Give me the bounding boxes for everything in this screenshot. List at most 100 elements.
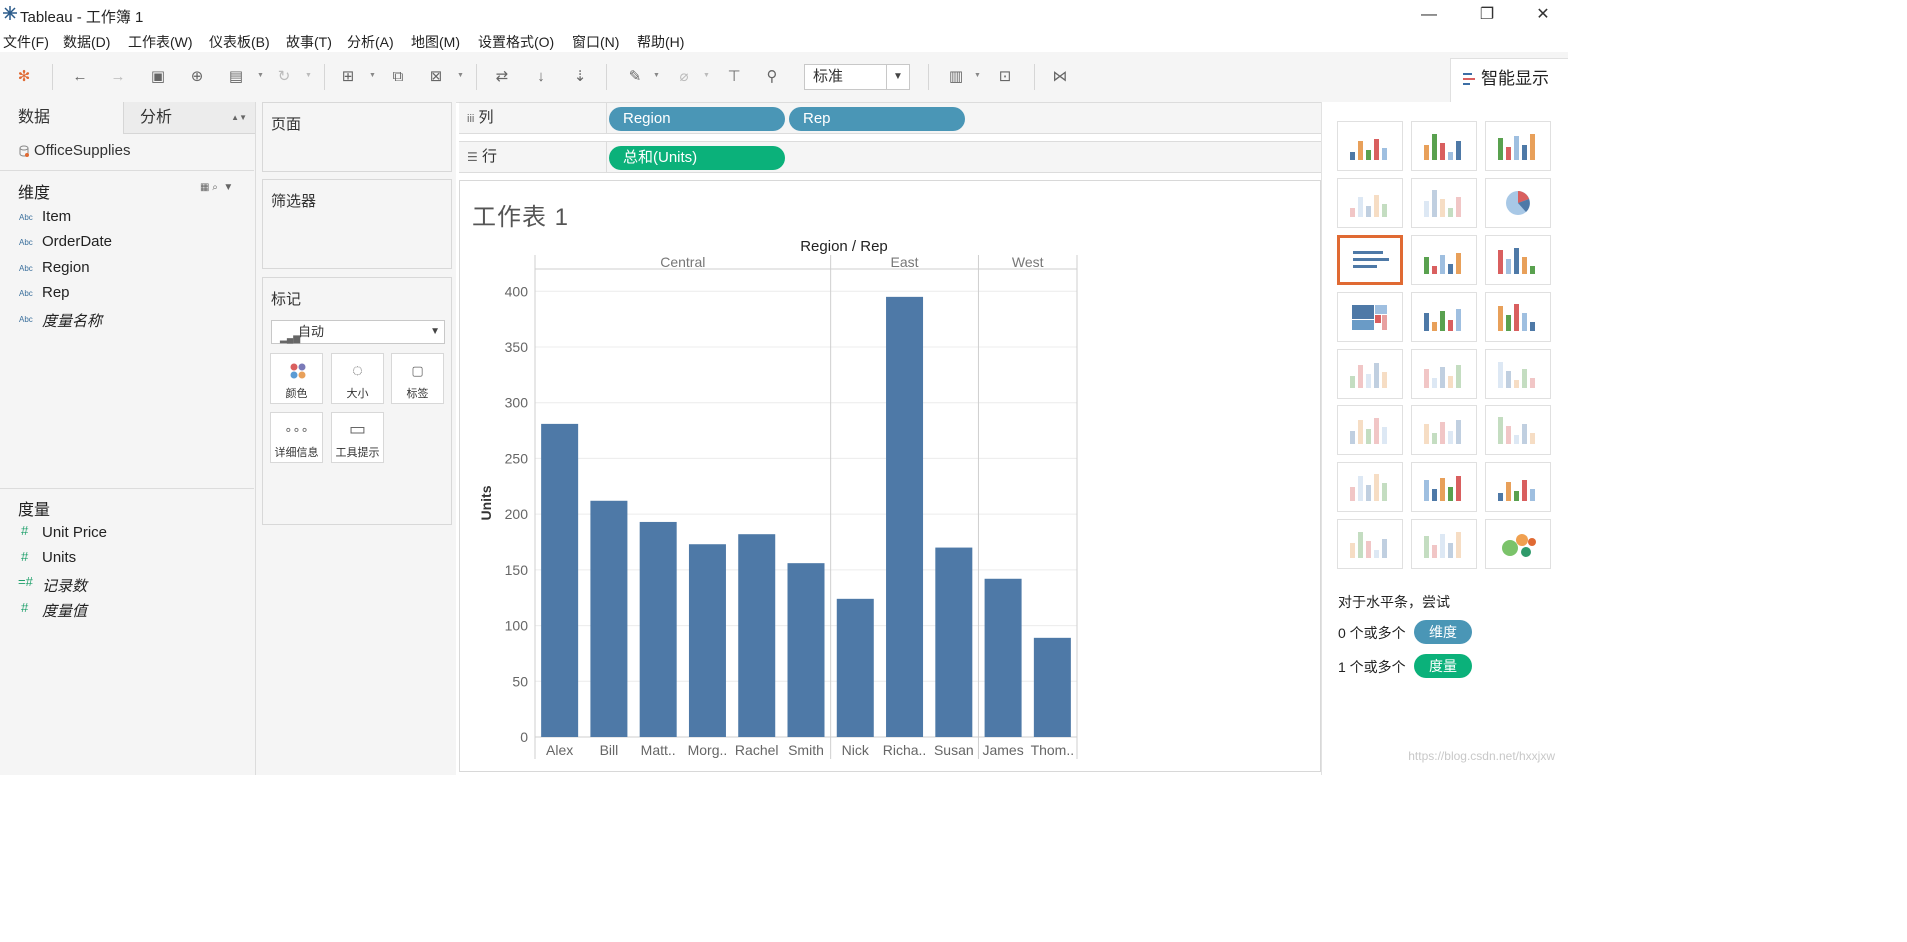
show-me-side-by-side-bars-icon[interactable] (1485, 235, 1551, 285)
show-me-dual-lines-icon[interactable] (1485, 349, 1551, 399)
pill-sum-units[interactable]: 总和(Units) (609, 146, 785, 170)
menu-map[interactable]: 地图(M) (411, 32, 460, 52)
show-me-packed-bubbles-icon[interactable] (1485, 519, 1551, 569)
rows-shelf[interactable]: ☰ 行 总和(Units) (459, 141, 1321, 173)
menu-window[interactable]: 窗口(N) (572, 32, 619, 52)
rep-label: Richa.. (883, 742, 927, 758)
show-me-horizontal-bars-icon[interactable] (1337, 235, 1403, 285)
maximize-button[interactable]: ❐ (1464, 2, 1510, 28)
dimension-tools[interactable]: ▦ ⌕ ▼ (200, 182, 233, 193)
show-me-bullet-graph-icon[interactable] (1411, 519, 1477, 569)
tableau-home-icon[interactable]: ✻ (14, 67, 34, 87)
chevron-down-icon[interactable]: ▲▼ (231, 102, 247, 134)
group-members-icon[interactable]: ⌀ (674, 67, 694, 87)
show-me-treemap-icon[interactable] (1337, 292, 1403, 342)
menu-story[interactable]: 故事(T) (286, 32, 332, 52)
show-me-heat-map-icon[interactable] (1411, 121, 1477, 171)
field-rep[interactable]: Rep (42, 284, 70, 301)
show-me-text-table-icon[interactable] (1337, 121, 1403, 171)
save-icon[interactable]: ▣ (148, 67, 168, 87)
menu-worksheet[interactable]: 工作表(W) (128, 32, 193, 52)
sort-descending-icon[interactable]: ⇣ (570, 67, 590, 87)
duplicate-sheet-icon[interactable]: ⧉ (388, 67, 408, 87)
size-button[interactable]: ◌ 大小 (331, 353, 384, 404)
show-me-tab[interactable]: 智能显示 (1450, 58, 1568, 102)
menu-dashboard[interactable]: 仪表板(B) (209, 32, 270, 52)
marks-type-select[interactable]: ▂▄▆ 自动 ▼ (271, 320, 445, 344)
fix-axes-icon[interactable]: ⚲ (762, 67, 782, 87)
show-mark-labels-icon[interactable]: ⊤ (724, 67, 744, 87)
clear-sheet-icon[interactable]: ⊠ (426, 67, 446, 87)
field-unit-price[interactable]: Unit Price (42, 524, 107, 541)
rep-label: Rachel (735, 742, 779, 758)
redo-icon[interactable]: → (108, 67, 128, 87)
bar-chart[interactable]: Region / Rep 0 50 100 150 200 250 300 350 400 Unit… (460, 181, 1320, 771)
columns-shelf[interactable]: iii 列 Region Rep (459, 102, 1321, 134)
new-worksheet-icon[interactable]: ⊞ (338, 67, 358, 87)
label-button[interactable]: ▢ 标签 (391, 353, 444, 404)
color-button[interactable]: 颜色 (270, 353, 323, 404)
close-button[interactable]: ✕ (1520, 2, 1566, 28)
pill-region[interactable]: Region (609, 107, 785, 131)
show-me-stacked-bars-icon[interactable] (1411, 235, 1477, 285)
sort-ascending-icon[interactable]: ↓ (531, 67, 551, 87)
show-me-symbol-map-icon[interactable] (1337, 178, 1403, 228)
chevron-down-icon[interactable]: ▼ (886, 65, 909, 89)
show-me-area-continuous-icon[interactable] (1337, 405, 1403, 455)
menu-format[interactable]: 设置格式(O) (478, 32, 554, 52)
clear-sheet-dropdown-icon[interactable]: ▼ (457, 72, 464, 79)
detail-label: 详细信息 (274, 447, 319, 459)
presentation-mode-icon[interactable]: ⊡ (995, 67, 1015, 87)
show-me-continuous-lines-icon[interactable] (1337, 349, 1403, 399)
show-me-side-by-side-circles-icon[interactable] (1485, 292, 1551, 342)
new-worksheet-dropdown-icon[interactable]: ▼ (369, 72, 376, 79)
datasource-item[interactable]: OfficeSupplies (19, 142, 130, 159)
swap-rows-columns-icon[interactable]: ⇄ (492, 67, 512, 87)
chevron-down-icon[interactable]: ▼ (430, 321, 440, 343)
tab-analysis[interactable]: 分析 ▲▼ (123, 102, 255, 134)
pause-updates-dropdown-icon[interactable]: ▼ (257, 72, 264, 79)
show-me-area-discrete-icon[interactable] (1411, 405, 1477, 455)
field-orderdate[interactable]: OrderDate (42, 233, 112, 250)
undo-icon[interactable]: ← (70, 67, 90, 87)
menu-data[interactable]: 数据(D) (63, 32, 110, 52)
menu-file[interactable]: 文件(F) (3, 32, 49, 52)
field-measure-names[interactable]: 度量名称 (42, 310, 102, 331)
show-me-scatter-plot-icon[interactable] (1337, 462, 1403, 512)
tab-data[interactable]: 数据 (0, 102, 123, 134)
filters-card[interactable]: 筛选器 (262, 179, 452, 269)
detail-button[interactable]: ∘∘∘ 详细信息 (270, 412, 323, 463)
menu-help[interactable]: 帮助(H) (637, 32, 684, 52)
pages-card[interactable]: 页面 (262, 102, 452, 172)
pause-updates-icon[interactable]: ▤ (226, 67, 246, 87)
show-me-circle-views-icon[interactable] (1411, 292, 1477, 342)
share-icon[interactable]: ⋈ (1050, 67, 1070, 87)
minimize-button[interactable]: — (1406, 2, 1452, 28)
show-me-pie-chart-icon[interactable] (1485, 178, 1551, 228)
show-me-gantt-chart-icon[interactable] (1337, 519, 1403, 569)
show-me-dual-combination-icon[interactable] (1485, 405, 1551, 455)
field-units[interactable]: Units (42, 549, 76, 566)
detail-icon: ∘∘∘ (284, 422, 309, 437)
show-me-box-whisker-icon[interactable] (1485, 462, 1551, 512)
field-measure-values[interactable]: 度量值 (42, 600, 87, 621)
fit-select[interactable]: 标准 ▼ (804, 64, 910, 90)
menu-analysis[interactable]: 分析(A) (347, 32, 394, 52)
field-region[interactable]: Region (42, 259, 90, 276)
group-dropdown-icon[interactable]: ▼ (703, 72, 710, 79)
show-me-histogram-icon[interactable] (1411, 462, 1477, 512)
tooltip-button[interactable]: ▭ 工具提示 (331, 412, 384, 463)
show-cards-icon[interactable]: ▥ (946, 67, 966, 87)
show-me-filled-map-icon[interactable] (1411, 178, 1477, 228)
refresh-icon[interactable]: ↻ (274, 67, 294, 87)
refresh-dropdown-icon[interactable]: ▼ (305, 72, 312, 79)
show-me-discrete-lines-icon[interactable] (1411, 349, 1477, 399)
highlight-icon[interactable]: ✎ (625, 67, 645, 87)
highlight-dropdown-icon[interactable]: ▼ (653, 72, 660, 79)
show-cards-dropdown-icon[interactable]: ▼ (974, 72, 981, 79)
new-datasource-icon[interactable]: ⊕ (187, 67, 207, 87)
pill-rep[interactable]: Rep (789, 107, 965, 131)
field-record-count[interactable]: 记录数 (42, 575, 87, 596)
field-item[interactable]: Item (42, 208, 71, 225)
show-me-highlight-table-icon[interactable] (1485, 121, 1551, 171)
